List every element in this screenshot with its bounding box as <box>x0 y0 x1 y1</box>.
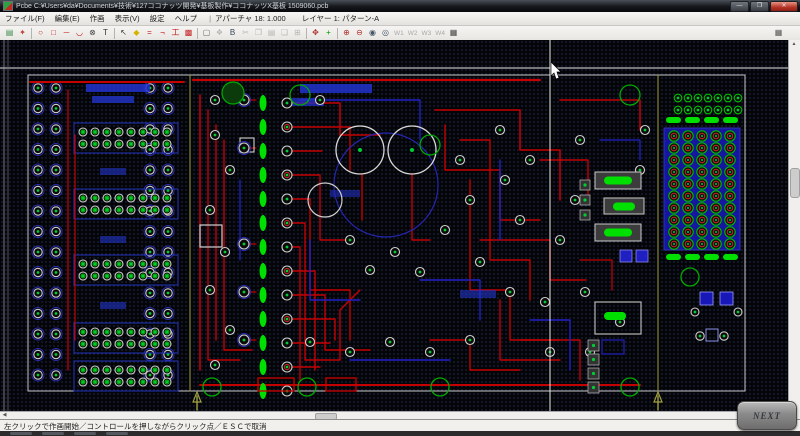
menu-item-4[interactable]: 設定 <box>150 14 165 23</box>
grid-icon[interactable]: ▦ <box>447 27 460 39</box>
scroll-left-icon[interactable]: ◀ <box>0 412 9 419</box>
pad-tool-icon[interactable]: ⊗ <box>86 27 99 39</box>
corner-tool-icon[interactable]: ¬ <box>156 27 169 39</box>
toolbar-separator <box>114 28 115 39</box>
line-tool-icon[interactable]: ─ <box>60 27 73 39</box>
arc-tool-icon[interactable]: ◡ <box>73 27 86 39</box>
window-cascade-icon[interactable]: ⊞ <box>291 27 304 39</box>
status-text: 左クリックで作画開始／コントロールを押しながらクリック点／ＥＳＣで取消 <box>4 422 267 431</box>
panel-toggle-icon[interactable]: ▦ <box>772 27 785 39</box>
menu-item-0[interactable]: ファイル(F) <box>5 14 45 23</box>
select-tool-icon[interactable]: ↖ <box>117 27 130 39</box>
zoom-select-icon[interactable]: ◎ <box>379 27 392 39</box>
maximize-button[interactable]: ❐ <box>750 1 769 12</box>
toolbar-separator <box>31 28 32 39</box>
block-tool-icon[interactable]: B <box>226 27 239 39</box>
mouse-cursor <box>551 62 561 79</box>
width-tool-icon[interactable]: 工 <box>169 27 182 39</box>
taskbar-strip <box>0 431 800 436</box>
left-board-section <box>30 82 184 391</box>
menu-bar: ファイル(F) 編集(E) 作画 表示(V) 設定 ヘルプ | アパーチャ 18: 1.0… <box>0 12 800 26</box>
window-label-w4[interactable]: W4 <box>435 30 445 37</box>
cut-icon[interactable]: ✂ <box>239 27 252 39</box>
toolbar-separator <box>306 28 307 39</box>
layer-status: レイヤー 1: パターン-A <box>302 14 379 23</box>
menu-item-2[interactable]: 作画 <box>90 14 105 23</box>
land-tool-icon[interactable]: ◆ <box>130 27 143 39</box>
window-label-w3[interactable]: W3 <box>422 30 432 37</box>
right-board-section <box>664 94 742 341</box>
copy-icon[interactable]: ❐ <box>252 27 265 39</box>
minimize-button[interactable]: — <box>730 1 749 12</box>
highlighted-net-pads <box>260 95 293 399</box>
save-file-icon[interactable]: ✦ <box>16 27 29 39</box>
window-label-w2[interactable]: W2 <box>408 30 418 37</box>
title-bar: Pcbe C:¥Users¥da¥Documents¥技術¥127ココナッツ開発… <box>0 0 800 12</box>
vertical-scroll-thumb[interactable] <box>790 168 800 198</box>
toolbar-separator <box>197 28 198 39</box>
zoom-out-icon[interactable]: ⊖ <box>353 27 366 39</box>
next-button[interactable]: NEXT <box>737 401 797 430</box>
app-icon <box>3 1 13 11</box>
group-tool-icon[interactable]: ❖ <box>213 27 226 39</box>
menu-separator: | <box>209 14 211 23</box>
pcbe-window: Pcbe C:¥Users¥da¥Documents¥技術¥127ココナッツ開発… <box>0 0 800 436</box>
move-tool-icon[interactable]: ✥ <box>309 27 322 39</box>
zoom-all-icon[interactable]: ◉ <box>366 27 379 39</box>
aperture-status: アパーチャ 18: 1.000 <box>215 14 286 23</box>
smd-components <box>580 172 648 393</box>
open-file-icon[interactable]: ▤ <box>3 27 16 39</box>
menu-item-1[interactable]: 編集(E) <box>55 14 80 23</box>
text-tool-icon[interactable]: T <box>99 27 112 39</box>
close-button[interactable]: ✕ <box>770 1 798 12</box>
menu-item-3[interactable]: 表示(V) <box>115 14 140 23</box>
pcb-canvas[interactable] <box>0 40 789 411</box>
window-tile-icon[interactable]: ❏ <box>278 27 291 39</box>
circle-tool-icon[interactable]: ○ <box>34 27 47 39</box>
rect-tool-icon[interactable]: □ <box>47 27 60 39</box>
zoom-in-icon[interactable]: ⊕ <box>340 27 353 39</box>
status-bar: 左クリックで作画開始／コントロールを押しながらクリック点／ＥＳＣで取消 <box>0 419 800 431</box>
window-label-w1[interactable]: W1 <box>394 30 404 37</box>
align-tool-icon[interactable]: = <box>143 27 156 39</box>
scroll-up-icon[interactable]: ▲ <box>789 40 799 49</box>
area-select-tool-icon[interactable]: ▢ <box>200 27 213 39</box>
middle-board-section <box>193 80 650 399</box>
window-title: Pcbe C:¥Users¥da¥Documents¥技術¥127ココナッツ開発… <box>16 1 328 11</box>
origin-tool-icon[interactable]: + <box>322 27 335 39</box>
menu-item-5[interactable]: ヘルプ <box>175 14 198 23</box>
paste-icon[interactable]: ▤ <box>265 27 278 39</box>
delete-area-tool-icon[interactable]: ▩ <box>182 27 195 39</box>
toolbar-separator <box>337 28 338 39</box>
vertical-scrollbar[interactable]: ▲ ▼ <box>788 40 800 419</box>
toolbar: ▤✦○□─◡⊗T↖◆=¬工▩▢❖B✂❐▤❏⊞✥+⊕⊖◉◎W1W2W3W4▦▦ <box>0 26 800 41</box>
